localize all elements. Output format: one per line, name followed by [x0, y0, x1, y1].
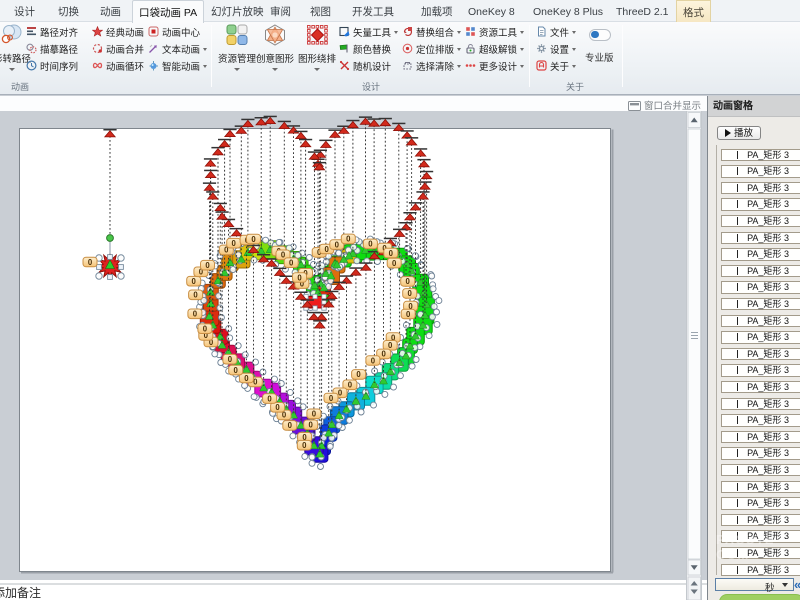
svg-text:0: 0: [335, 240, 340, 249]
svg-text:0: 0: [392, 259, 397, 268]
svg-text:0: 0: [244, 374, 249, 383]
svg-text:0: 0: [356, 370, 361, 379]
svg-text:0: 0: [192, 277, 197, 286]
svg-text:0: 0: [346, 235, 351, 244]
svg-text:0: 0: [205, 261, 210, 270]
svg-text:0: 0: [368, 240, 373, 249]
svg-text:0: 0: [289, 259, 294, 268]
svg-text:0: 0: [325, 245, 330, 254]
svg-text:0: 0: [267, 394, 272, 403]
svg-text:添加备注: 添加备注: [0, 585, 41, 600]
svg-text:0: 0: [302, 441, 307, 450]
svg-text:0: 0: [312, 410, 317, 419]
svg-text:0: 0: [406, 277, 411, 286]
svg-text:0: 0: [232, 239, 237, 248]
svg-text:0: 0: [309, 421, 314, 430]
svg-text:0: 0: [338, 389, 343, 398]
svg-text:0: 0: [275, 403, 280, 412]
svg-text:0: 0: [329, 394, 334, 403]
svg-text:0: 0: [406, 310, 411, 319]
svg-text:0: 0: [228, 355, 233, 364]
svg-text:0: 0: [348, 381, 353, 390]
svg-text:0: 0: [382, 350, 387, 359]
svg-text:0: 0: [389, 249, 394, 258]
svg-text:0: 0: [288, 421, 293, 430]
svg-text:0: 0: [193, 310, 198, 319]
svg-text:0: 0: [88, 258, 93, 267]
svg-text:0: 0: [251, 235, 256, 244]
svg-text:0: 0: [193, 291, 198, 300]
svg-text:0: 0: [408, 289, 413, 298]
svg-text:0: 0: [203, 325, 208, 334]
svg-text:0: 0: [234, 366, 239, 375]
svg-text:0: 0: [297, 273, 302, 282]
svg-text:0: 0: [371, 356, 376, 365]
